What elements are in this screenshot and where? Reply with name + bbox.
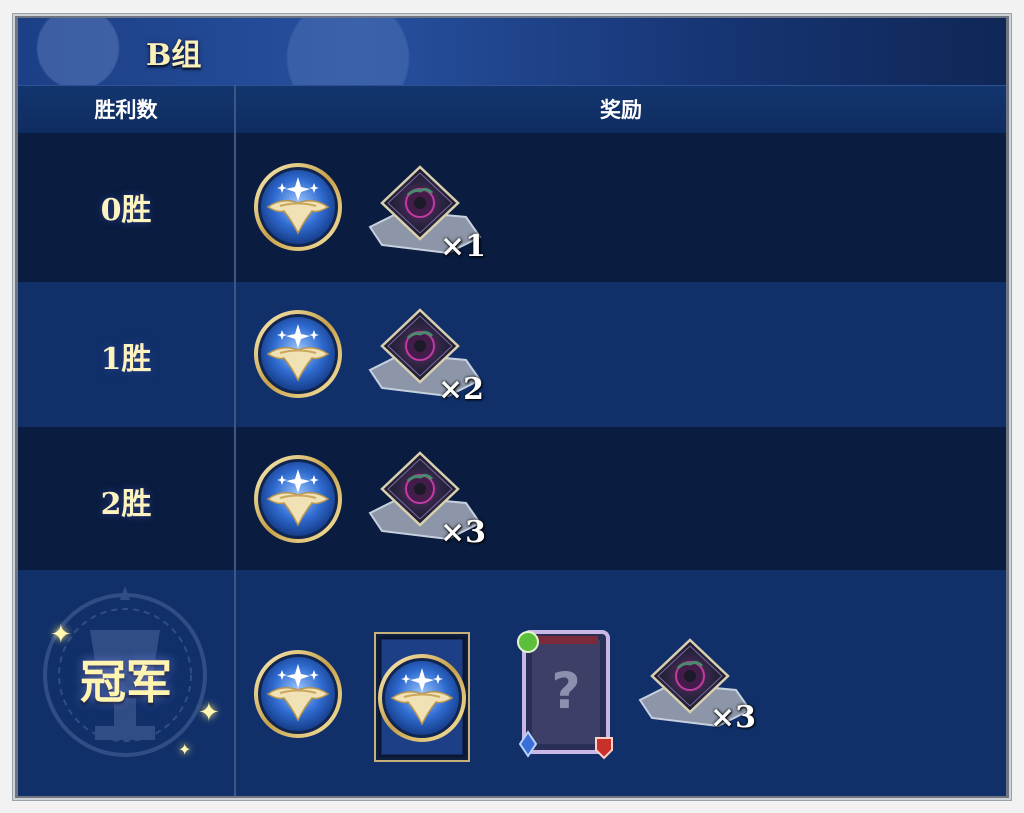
emblem-medal-icon bbox=[253, 309, 343, 399]
reward-quantity: ×3 bbox=[440, 515, 487, 550]
emblem-medal-icon bbox=[253, 162, 343, 252]
champion-label: 冠军 bbox=[80, 655, 172, 709]
group-header: B组 bbox=[18, 18, 1006, 85]
group-title: B组 bbox=[146, 38, 202, 73]
reward-quantity: ×3 bbox=[710, 700, 757, 735]
column-divider bbox=[234, 85, 236, 796]
reward-list: ×2 bbox=[236, 282, 1006, 427]
reward-row-champion: ✦ ✦ ✦ 冠军 ? ×3 bbox=[18, 570, 1006, 796]
reward-list: ×3 bbox=[236, 427, 1006, 570]
emblem-medal-icon bbox=[253, 649, 343, 739]
reward-row-0: 0胜 ×1 bbox=[18, 133, 1006, 282]
wins-label: 1胜 bbox=[100, 342, 152, 377]
wins-label: 0胜 bbox=[100, 193, 152, 228]
rewards-column-header: 奖励 bbox=[600, 98, 642, 122]
emblem-medal-icon bbox=[253, 454, 343, 544]
reward-list: ×1 bbox=[236, 133, 1006, 282]
wins-label: 2胜 bbox=[100, 487, 152, 522]
reward-list: ? ×3 bbox=[236, 570, 1006, 796]
reward-quantity: ×1 bbox=[440, 229, 487, 264]
reward-quantity: ×2 bbox=[438, 372, 485, 407]
reward-row-1: 1胜 ×2 bbox=[18, 282, 1006, 427]
sparkle-icon: ✦ bbox=[178, 740, 192, 759]
mystery-card-icon: ? bbox=[517, 630, 613, 760]
reward-row-2: 2胜 ×3 bbox=[18, 427, 1006, 570]
mystery-symbol: ? bbox=[551, 662, 580, 720]
card-back-icon bbox=[374, 632, 470, 762]
wins-column-header: 胜利数 bbox=[94, 98, 158, 122]
column-header-row: 胜利数 奖励 bbox=[18, 85, 1006, 134]
reward-panel: B组 胜利数 奖励 0胜 ×1 1胜 ×2 2胜 ×3 ✦ ✦ ✦ 冠军 ? ×… bbox=[18, 18, 1006, 796]
